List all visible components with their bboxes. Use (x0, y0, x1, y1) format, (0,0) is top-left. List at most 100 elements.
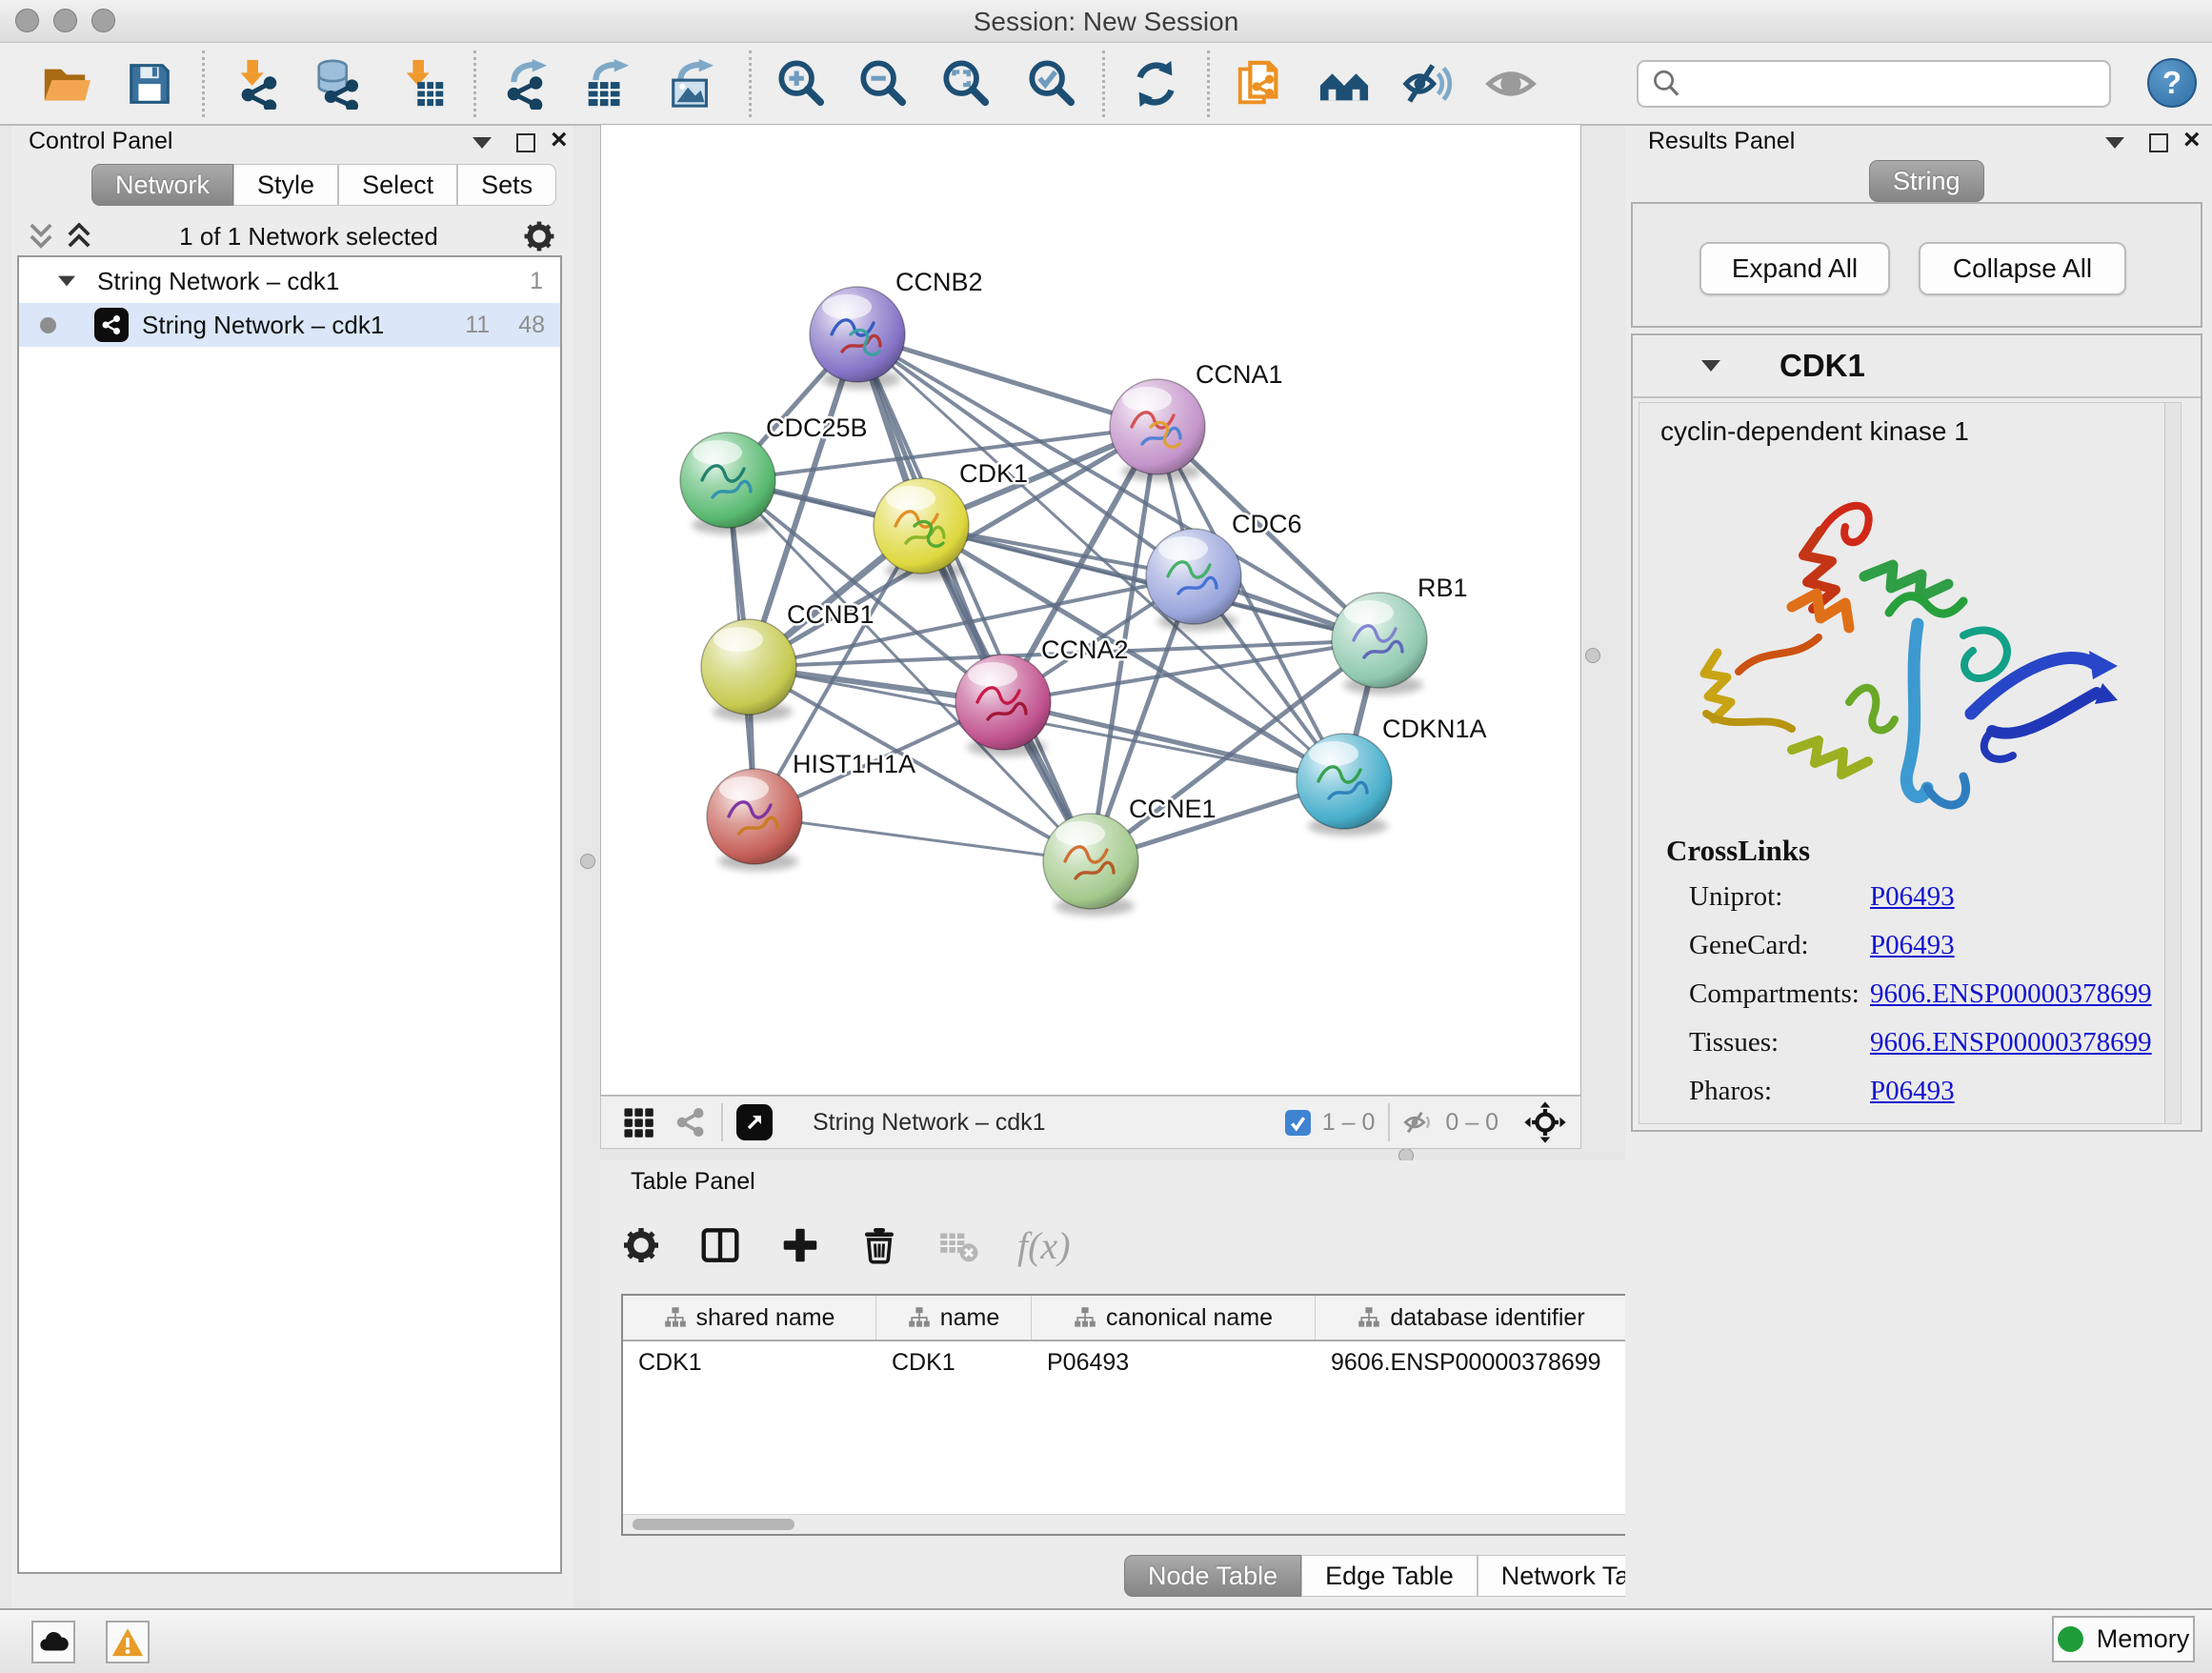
houses-icon (1318, 58, 1370, 110)
table-gear-icon[interactable] (621, 1225, 661, 1265)
expand-all-icon[interactable] (63, 220, 95, 252)
cell-canonical-name[interactable]: P06493 (1032, 1349, 1316, 1377)
import-table-file-button[interactable] (396, 57, 450, 111)
control-panel-close-button[interactable]: × (551, 126, 568, 154)
network-node-CCNA1[interactable]: CCNA1 (1110, 360, 1283, 474)
crosshair-icon[interactable] (1523, 1100, 1567, 1144)
results-tabs: String (1869, 160, 1984, 202)
import-network-file-button[interactable] (231, 57, 284, 111)
tab-string[interactable]: String (1869, 160, 1984, 202)
right-splitter-handle[interactable] (1585, 648, 1600, 663)
zoom-out-button[interactable] (855, 57, 909, 111)
collapse-all-icon[interactable] (25, 220, 57, 252)
grid-view-icon[interactable] (622, 1106, 654, 1139)
crosslink-genecard-link[interactable]: P06493 (1870, 930, 1955, 961)
protein-name: CDK1 (1780, 348, 1865, 384)
network-node-RB1[interactable]: RB1 (1332, 574, 1468, 688)
network-row-selected[interactable]: String Network – cdk1 11 48 (19, 303, 560, 347)
hidden-eye-slash-icon[interactable] (1403, 1107, 1434, 1138)
protein-structure-image (1678, 474, 2135, 826)
crosslink-uniprot-link[interactable]: P06493 (1870, 881, 1955, 913)
share-view-icon[interactable] (674, 1105, 708, 1139)
control-panel-menu-button[interactable] (473, 137, 492, 149)
gear-icon[interactable] (522, 219, 556, 253)
show-glass-ball-button[interactable] (1484, 57, 1538, 111)
disclosure-triangle-icon[interactable] (58, 276, 75, 287)
export-table-button[interactable] (580, 57, 633, 111)
search-input[interactable] (1690, 64, 2109, 104)
column-header-name[interactable]: name (876, 1296, 1032, 1340)
cell-name[interactable]: CDK1 (876, 1349, 1032, 1377)
network-label: String Network – cdk1 (142, 311, 384, 340)
expand-all-button[interactable]: Expand All (1699, 242, 1890, 295)
results-panel-float-button[interactable] (2149, 133, 2168, 152)
network-node-HIST1H1A[interactable]: HIST1H1A (707, 750, 915, 864)
toolbar-separator (202, 50, 205, 117)
export-image-button[interactable] (665, 57, 718, 111)
search-field[interactable] (1637, 60, 2111, 108)
collection-label: String Network – cdk1 (97, 267, 339, 296)
results-panel-menu-button[interactable] (2105, 137, 2124, 149)
tab-network[interactable]: Network (91, 164, 233, 206)
zoom-fit-button[interactable] (938, 57, 992, 111)
search-icon (1650, 68, 1682, 100)
protein-details: cyclin-dependent kinase 1 (1639, 402, 2182, 1124)
zoom-selected-button[interactable] (1024, 57, 1077, 111)
warning-button[interactable] (106, 1621, 150, 1663)
network-node-CDC25B[interactable]: CDC25B (680, 413, 868, 528)
crosslink-label-genecard: GeneCard: (1689, 930, 1870, 961)
tab-edge-table[interactable]: Edge Table (1301, 1555, 1478, 1597)
zoom-fit-icon (939, 58, 991, 110)
control-panel-float-button[interactable] (516, 133, 535, 152)
column-header-shared-name[interactable]: shared name (623, 1296, 876, 1340)
collapse-all-button[interactable]: Collapse All (1919, 242, 2126, 295)
new-network-from-selection-button[interactable] (1233, 57, 1286, 111)
protein-header-row[interactable]: CDK1 (1633, 335, 2201, 398)
network-collection-row[interactable]: String Network – cdk1 1 (19, 259, 560, 303)
add-column-icon[interactable] (779, 1224, 821, 1266)
eye-icon (1485, 58, 1537, 110)
delete-column-icon[interactable] (859, 1225, 899, 1265)
import-network-icon (231, 58, 283, 110)
tab-style[interactable]: Style (233, 164, 338, 206)
scrollbar-thumb[interactable] (633, 1519, 794, 1530)
tab-sets[interactable]: Sets (457, 164, 556, 206)
export-network-button[interactable] (498, 57, 552, 111)
select-columns-icon[interactable] (699, 1224, 741, 1266)
help-button[interactable]: ? (2147, 58, 2197, 108)
cell-database-identifier[interactable]: 9606.ENSP00000378699 (1316, 1349, 1628, 1377)
separator (721, 1103, 723, 1141)
cell-shared-name[interactable]: CDK1 (623, 1349, 876, 1377)
selected-checkbox-icon[interactable] (1285, 1110, 1311, 1136)
column-header-database-identifier[interactable]: database identifier (1316, 1296, 1628, 1340)
hide-glass-ball-button[interactable] (1401, 57, 1455, 111)
tab-select[interactable]: Select (338, 164, 457, 206)
apply-layout-button[interactable] (1129, 57, 1182, 111)
collection-count: 1 (530, 268, 543, 295)
birds-eye-view-button[interactable] (736, 1104, 773, 1140)
open-session-button[interactable] (38, 57, 91, 111)
crosslink-compartments-link[interactable]: 9606.ENSP00000378699 (1870, 978, 2152, 1010)
toolbar-separator (473, 50, 476, 117)
string-home-button[interactable] (1317, 57, 1371, 111)
edge-CCNB2-CCNE1[interactable] (857, 334, 1091, 861)
memory-button[interactable]: Memory (2052, 1616, 2195, 1663)
cloud-button[interactable] (31, 1621, 75, 1663)
results-scrollbar[interactable] (2164, 403, 2181, 1123)
network-canvas[interactable]: CCNB2CCNA1CDC25BCDK1CDC6RB1CCNB1CCNA2CDK… (600, 124, 1581, 1096)
results-panel-close-button[interactable]: × (2183, 126, 2201, 154)
crosslink-pharos-link[interactable]: P06493 (1870, 1076, 1955, 1107)
edge-HIST1H1A-CCNE1[interactable] (754, 816, 1091, 861)
tab-node-table[interactable]: Node Table (1124, 1555, 1301, 1597)
status-bar: Memory (0, 1608, 2212, 1673)
network-node-CDKN1A[interactable]: CDKN1A (1297, 715, 1487, 829)
crosslink-tissues-link[interactable]: 9606.ENSP00000378699 (1870, 1027, 2152, 1058)
column-header-canonical-name[interactable]: canonical name (1032, 1296, 1316, 1340)
node-label-CCNE1: CCNE1 (1129, 795, 1217, 823)
save-session-button[interactable] (123, 57, 176, 111)
left-splitter-handle[interactable] (580, 854, 595, 869)
import-network-database-button[interactable] (312, 57, 365, 111)
zoom-in-button[interactable] (774, 57, 827, 111)
collapse-protein-icon[interactable] (1701, 360, 1720, 372)
network-node-CCNB1[interactable]: CCNB1 (701, 600, 875, 715)
